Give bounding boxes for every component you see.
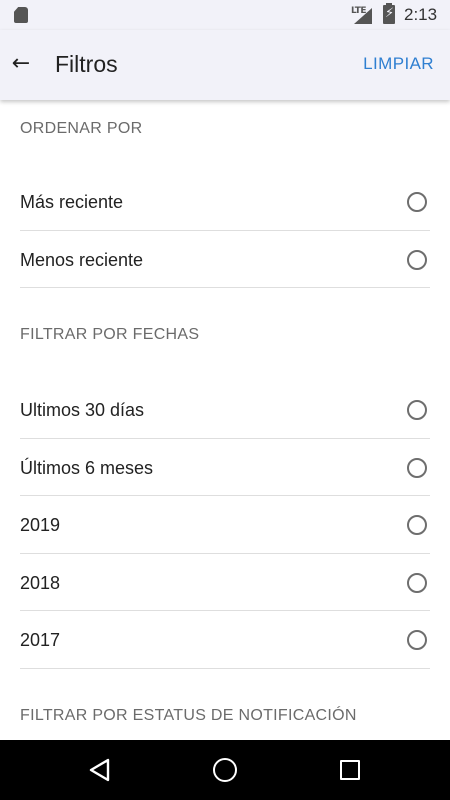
option-2019[interactable]: 2019 [20, 496, 430, 554]
radio-button[interactable] [407, 630, 427, 650]
charging-bolt-icon: ⚡ [385, 6, 395, 21]
status-clock: 2:13 [404, 5, 438, 24]
option-label: Últimos 6 meses [20, 457, 154, 478]
sd-card-icon [14, 7, 28, 23]
app-bar: ← Filtros LIMPIAR [0, 30, 450, 100]
option-menos-reciente[interactable]: Menos reciente [20, 231, 430, 288]
option-label: 2017 [20, 630, 61, 650]
section-header-sort: ORDENAR POR [20, 120, 143, 137]
option-mas-reciente[interactable]: Más reciente [20, 173, 430, 231]
option-2017[interactable]: 2017 [20, 611, 430, 669]
status-bar: LTE ⚡ 2:13 [0, 0, 450, 30]
system-nav-bar [0, 740, 450, 800]
option-label: 2018 [20, 572, 61, 593]
option-label: 2019 [20, 515, 61, 535]
option-label: Ultimos 30 días [20, 400, 145, 420]
option-ultimos-30-dias[interactable]: Ultimos 30 días [20, 381, 430, 439]
option-label: Menos reciente [20, 249, 144, 270]
page-title: Filtros [55, 51, 118, 77]
radio-button[interactable] [407, 457, 427, 478]
option-2018[interactable]: 2018 [20, 554, 430, 611]
nav-home-icon[interactable] [213, 758, 237, 782]
radio-button[interactable] [407, 192, 427, 212]
option-ultimos-6-meses[interactable]: Últimos 6 meses [20, 439, 430, 496]
radio-button[interactable] [407, 400, 427, 420]
radio-button[interactable] [407, 249, 427, 270]
section-header-dates: FILTRAR POR FECHAS [20, 326, 200, 343]
radio-button[interactable] [407, 572, 427, 593]
option-label: Más reciente [20, 192, 124, 212]
section-header-notification: FILTRAR POR ESTATUS DE NOTIFICACIÓN [20, 706, 357, 724]
network-type: LTE [351, 6, 367, 16]
radio-button[interactable] [407, 515, 427, 535]
back-arrow-icon[interactable]: ← [4, 48, 38, 82]
filters-list[interactable]: ORDENAR POR Más reciente Menos reciente … [0, 100, 450, 740]
clear-button[interactable]: LIMPIAR [363, 54, 434, 74]
nav-back-icon[interactable] [88, 758, 112, 782]
battery-charging-icon: ⚡ [383, 3, 395, 24]
nav-recents-icon[interactable] [340, 760, 360, 780]
